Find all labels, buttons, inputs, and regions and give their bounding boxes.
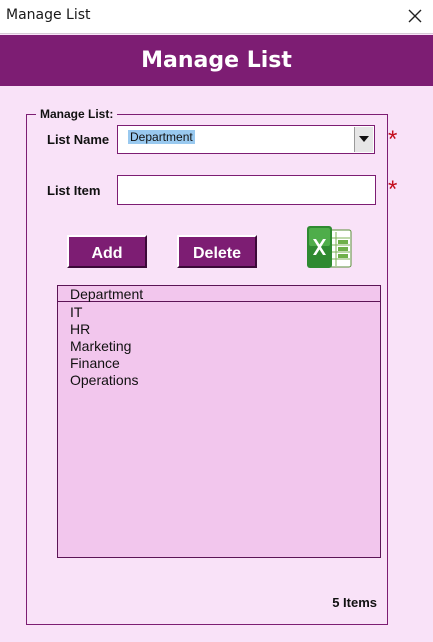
list-name-combobox[interactable]: Department — [117, 125, 375, 154]
close-icon[interactable] — [405, 6, 425, 26]
list-name-value: Department — [128, 130, 195, 144]
list-items-listbox[interactable]: Department IT HR Marketing Finance Opera… — [57, 285, 381, 558]
chevron-down-icon — [359, 136, 369, 142]
required-marker-list-name: * — [388, 126, 398, 153]
item-count: 5 Items — [332, 595, 377, 610]
window-title: Manage List — [6, 7, 91, 23]
group-legend: Manage List: — [36, 107, 118, 121]
list-name-label: List Name — [47, 132, 110, 147]
header-band: Manage List — [0, 35, 433, 86]
required-marker-list-item: * — [388, 176, 398, 203]
list-item[interactable]: HR — [70, 321, 138, 338]
list-item[interactable]: Marketing — [70, 338, 138, 355]
page-title: Manage List — [141, 48, 292, 73]
dropdown-button[interactable] — [354, 127, 373, 152]
delete-button[interactable]: Delete — [177, 235, 257, 268]
add-button[interactable]: Add — [67, 235, 147, 268]
window-titlebar: Manage List — [0, 0, 433, 34]
list-item[interactable]: Finance — [70, 355, 138, 372]
list-item[interactable]: Operations — [70, 372, 138, 389]
listbox-header: Department — [58, 286, 380, 302]
listbox-items: IT HR Marketing Finance Operations — [70, 304, 138, 389]
list-item-input[interactable] — [117, 175, 376, 205]
list-item[interactable]: IT — [70, 304, 138, 321]
excel-icon[interactable] — [305, 224, 353, 271]
list-item-label: List Item — [47, 183, 101, 198]
